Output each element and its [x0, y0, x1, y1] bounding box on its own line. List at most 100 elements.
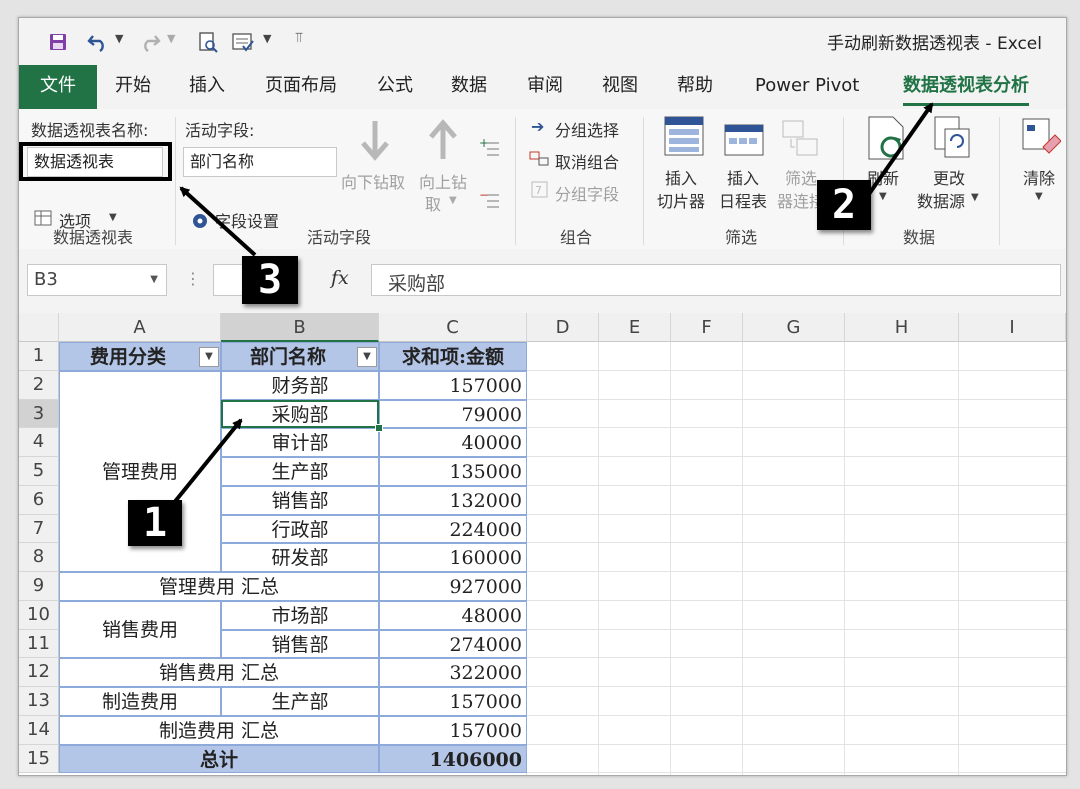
department-cell[interactable]: 行政部 — [221, 514, 379, 544]
tab-home[interactable]: 开始 — [115, 65, 151, 109]
drill-up-dropdown-icon[interactable]: ▼ — [449, 195, 457, 206]
name-box[interactable]: B3 ▼ — [27, 264, 167, 296]
change-source-dropdown-icon[interactable]: ▼ — [971, 192, 979, 203]
tab-data[interactable]: 数据 — [451, 65, 487, 109]
amount-cell[interactable]: 135000 — [379, 457, 527, 486]
select-all-corner[interactable] — [19, 313, 59, 342]
print-preview-icon[interactable] — [197, 31, 219, 53]
save-icon[interactable] — [49, 33, 67, 51]
row-header-13[interactable]: 13 — [19, 687, 59, 716]
options-dropdown-icon[interactable]: ▼ — [109, 212, 117, 223]
group-field-button[interactable]: 分组字段 — [555, 181, 619, 205]
column-header-b[interactable]: B — [221, 313, 379, 342]
customize-qat-icon[interactable]: ⫪ — [295, 30, 303, 46]
grand-total-label-cell[interactable]: 总计 — [59, 744, 379, 774]
amount-cell[interactable]: 274000 — [379, 629, 527, 659]
department-cell[interactable]: 生产部 — [221, 457, 379, 486]
spelling-icon[interactable] — [231, 31, 255, 53]
row-header-15[interactable]: 15 — [19, 744, 59, 774]
amount-cell[interactable]: 160000 — [379, 543, 527, 572]
filter-dropdown-icon[interactable]: ▼ — [357, 347, 377, 367]
subtotal-label-cell[interactable]: 销售费用 汇总 — [59, 658, 379, 687]
column-header-g[interactable]: G — [743, 313, 845, 342]
subtotal-cell[interactable]: 322000 — [379, 658, 527, 687]
fill-handle[interactable] — [375, 424, 383, 433]
subtotal-cell[interactable]: 927000 — [379, 572, 527, 601]
row-header-3[interactable]: 3 — [19, 399, 59, 429]
clear-button[interactable]: 清除 — [1023, 165, 1055, 189]
row-header-1[interactable]: 1 — [19, 342, 59, 371]
pivot-header-category[interactable]: 费用分类 — [59, 342, 221, 371]
name-box-dropdown-icon[interactable]: ▼ — [150, 274, 158, 285]
grand-total-cell[interactable]: 1406000 — [379, 744, 527, 774]
row-header-5[interactable]: 5 — [19, 457, 59, 486]
row-header-9[interactable]: 9 — [19, 572, 59, 601]
undo-icon[interactable] — [87, 32, 109, 52]
tab-file[interactable]: 文件 — [19, 65, 97, 109]
row-header-7[interactable]: 7 — [19, 514, 59, 544]
clear-dropdown-icon[interactable]: ▼ — [1035, 191, 1043, 202]
column-header-e[interactable]: E — [599, 313, 671, 342]
pivot-header-department[interactable]: 部门名称 — [221, 342, 379, 371]
column-header-d[interactable]: D — [527, 313, 599, 342]
column-header-a[interactable]: A — [59, 313, 221, 342]
drill-down-button[interactable]: 向下钻取 — [341, 169, 405, 193]
row-header-2[interactable]: 2 — [19, 370, 59, 400]
filter-connections-button[interactable]: 筛选 — [785, 165, 817, 189]
insert-slicer-button[interactable]: 插入 — [665, 165, 697, 189]
insert-function-icon[interactable]: fx — [331, 267, 349, 289]
category-cell[interactable]: 销售费用 — [59, 600, 221, 659]
category-cell[interactable]: 制造费用 — [59, 687, 221, 716]
department-cell[interactable]: 销售部 — [221, 485, 379, 515]
collapse-field-icon[interactable]: − — [479, 189, 501, 211]
amount-cell[interactable]: 79000 — [379, 399, 527, 429]
drill-up-button[interactable]: 向上钻 — [419, 169, 467, 193]
amount-cell[interactable]: 224000 — [379, 514, 527, 544]
ungroup-button[interactable]: 取消组合 — [555, 149, 619, 173]
amount-cell[interactable]: 157000 — [379, 687, 527, 716]
department-cell[interactable]: 销售部 — [221, 629, 379, 659]
amount-cell[interactable]: 48000 — [379, 600, 527, 630]
amount-cell[interactable]: 157000 — [379, 370, 527, 400]
row-header-12[interactable]: 12 — [19, 658, 59, 687]
row-header-11[interactable]: 11 — [19, 629, 59, 659]
amount-cell[interactable]: 132000 — [379, 485, 527, 515]
tab-view[interactable]: 视图 — [602, 65, 638, 109]
tab-power-pivot[interactable]: Power Pivot — [755, 65, 859, 109]
tab-help[interactable]: 帮助 — [677, 65, 713, 109]
tab-review[interactable]: 审阅 — [527, 65, 563, 109]
department-cell[interactable]: 市场部 — [221, 600, 379, 630]
group-selection-button[interactable]: 分组选择 — [555, 117, 619, 141]
spelling-dropdown-icon[interactable]: ▼ — [263, 32, 271, 45]
row-header-6[interactable]: 6 — [19, 485, 59, 515]
change-source-button[interactable]: 更改 — [933, 165, 965, 189]
row-header-14[interactable]: 14 — [19, 715, 59, 745]
filter-dropdown-icon[interactable]: ▼ — [199, 347, 219, 367]
refresh-dropdown-icon[interactable]: ▼ — [879, 191, 887, 202]
pivot-header-amount[interactable]: 求和项:金额 — [379, 342, 527, 371]
subtotal-label-cell[interactable]: 制造费用 汇总 — [59, 715, 379, 745]
subtotal-cell[interactable]: 157000 — [379, 715, 527, 745]
tab-pivot-analyze[interactable]: 数据透视表分析 — [903, 65, 1029, 106]
department-cell[interactable]: 审计部 — [221, 428, 379, 457]
department-cell[interactable]: 生产部 — [221, 687, 379, 716]
amount-cell[interactable]: 40000 — [379, 428, 527, 457]
tab-insert[interactable]: 插入 — [189, 65, 225, 109]
expand-field-icon[interactable]: + — [479, 137, 501, 159]
active-field-input[interactable]: 部门名称 — [183, 147, 337, 177]
row-header-4[interactable]: 4 — [19, 428, 59, 457]
redo-icon[interactable] — [139, 32, 161, 52]
row-header-8[interactable]: 8 — [19, 543, 59, 572]
row-header-10[interactable]: 10 — [19, 600, 59, 630]
insert-timeline-button[interactable]: 插入 — [727, 165, 759, 189]
column-header-c[interactable]: C — [379, 313, 527, 342]
undo-dropdown-icon[interactable]: ▼ — [115, 32, 123, 45]
department-cell[interactable]: 研发部 — [221, 543, 379, 572]
column-header-h[interactable]: H — [845, 313, 959, 342]
redo-dropdown-icon[interactable]: ▼ — [167, 32, 175, 45]
tab-formulas[interactable]: 公式 — [377, 65, 413, 109]
column-header-i[interactable]: I — [959, 313, 1066, 342]
department-cell[interactable]: 采购部 — [221, 399, 379, 429]
field-settings-button[interactable]: 字段设置 — [215, 208, 279, 232]
subtotal-label-cell[interactable]: 管理费用 汇总 — [59, 572, 379, 601]
